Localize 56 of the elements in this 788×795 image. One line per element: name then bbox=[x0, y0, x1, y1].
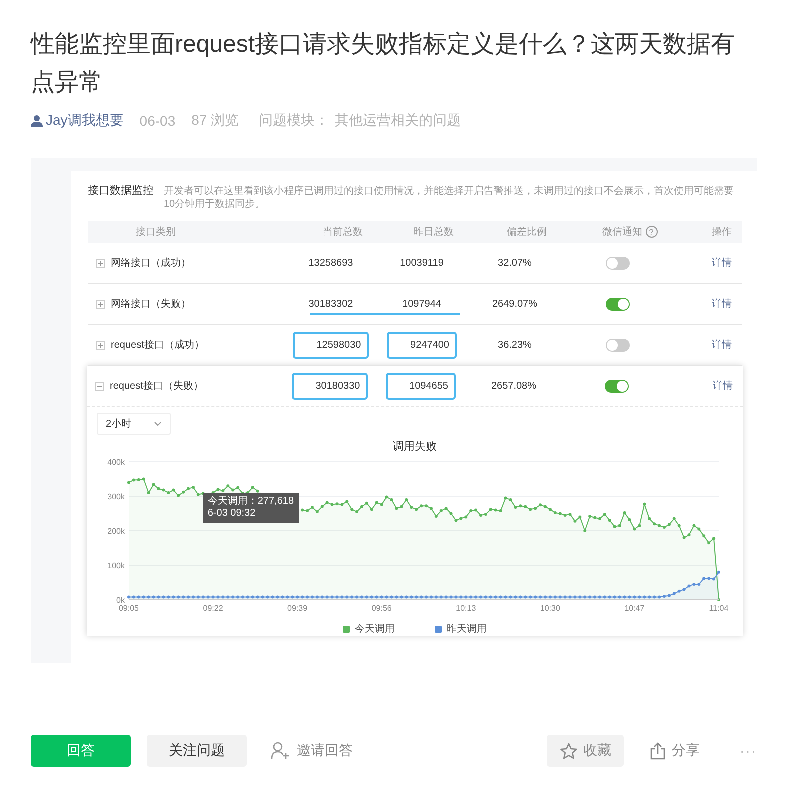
chart-tooltip: 今天调用：277,618 6-03 09:32 bbox=[202, 493, 300, 524]
y-tick-label: 300k bbox=[108, 492, 125, 502]
details-link[interactable]: 详情 bbox=[678, 338, 742, 352]
details-link[interactable]: 详情 bbox=[678, 297, 742, 311]
post-date: 06-03 bbox=[140, 113, 176, 129]
x-tick-label: 09:05 bbox=[118, 604, 140, 613]
x-tick-label: 09:22 bbox=[203, 604, 224, 613]
y-tick-label: 200k bbox=[108, 527, 125, 536]
help-icon[interactable]: ? bbox=[646, 226, 658, 238]
category-label: request接口（失败） bbox=[110, 380, 204, 393]
column-header: 操作 bbox=[711, 227, 732, 238]
follow-button[interactable]: 关注问题 bbox=[147, 735, 247, 767]
ratio-cell-text: 36.23% bbox=[497, 340, 533, 350]
details-link[interactable]: 详情 bbox=[678, 256, 742, 270]
chart-title: 调用失败 bbox=[392, 440, 438, 454]
question-title: 性能监控里面request接口请求失败指标定义是什么？这两天数据有点异常 bbox=[31, 30, 736, 98]
y-tick-label: 400k bbox=[108, 458, 125, 467]
x-tick-label: 09:56 bbox=[372, 604, 392, 613]
table-cell: 1094655 bbox=[386, 372, 456, 400]
column-header: 昨日总数 bbox=[413, 227, 454, 238]
ratio-cell-text: 32.07% bbox=[497, 258, 533, 268]
table-cell: 30183302 bbox=[308, 298, 354, 310]
category-label: 网络接口（成功） bbox=[111, 256, 191, 270]
table-cell: 12598030 bbox=[292, 332, 370, 358]
x-tick-label: 10:13 bbox=[456, 604, 476, 613]
legend-label: 今天调用 bbox=[355, 623, 395, 636]
table-cell: 1097944 bbox=[402, 298, 442, 310]
module-label: 问题模块： bbox=[259, 112, 330, 130]
x-tick-label: 11:04 bbox=[709, 604, 729, 613]
ratio-cell-text: 2657.08% bbox=[490, 380, 538, 392]
view-count: 87 浏览 bbox=[192, 112, 240, 130]
table-cell: 13258693 bbox=[308, 258, 354, 268]
column-header: 微信通知 bbox=[602, 227, 642, 238]
category-label: request接口（成功） bbox=[111, 338, 204, 352]
panel-description: 开发者可以在这里看到该小程序已调用过的接口使用情况，并能选择开启告警推送，未调用过的接口不会展示，首次使用可能需要10分钟用于数据同步。 bbox=[164, 185, 735, 211]
details-link[interactable]: 详情 bbox=[677, 379, 743, 393]
column-header: 接口类别 bbox=[135, 227, 176, 238]
favorite-button[interactable]: 收藏 bbox=[547, 735, 624, 767]
column-header: 当前总数 bbox=[322, 227, 363, 238]
table-cell: 30180330 bbox=[292, 372, 368, 400]
legend-label: 昨天调用 bbox=[447, 623, 487, 636]
x-tick-label: 10:30 bbox=[540, 604, 560, 613]
panel-title: 接口数据监控 bbox=[88, 184, 154, 198]
range-dropdown[interactable]: 2小时 bbox=[97, 413, 171, 435]
y-tick-label: 100k bbox=[108, 562, 125, 570]
y-tick-label: 0k bbox=[116, 596, 125, 605]
x-tick-label: 09:39 bbox=[288, 604, 308, 613]
table-cell: 10039119 bbox=[400, 258, 444, 268]
column-header: 偏差比例 bbox=[506, 227, 547, 238]
invite-button[interactable]: 邀请回答 bbox=[271, 735, 353, 767]
x-tick-label: 10:47 bbox=[624, 604, 645, 613]
share-button[interactable]: 分享 bbox=[650, 735, 700, 767]
category-label: 网络接口（失败） bbox=[111, 298, 191, 311]
table-cell: 9247400 bbox=[386, 332, 458, 358]
author-link[interactable]: Jay调我想要 bbox=[46, 112, 124, 130]
ratio-cell-text: 2649.07% bbox=[491, 298, 539, 310]
